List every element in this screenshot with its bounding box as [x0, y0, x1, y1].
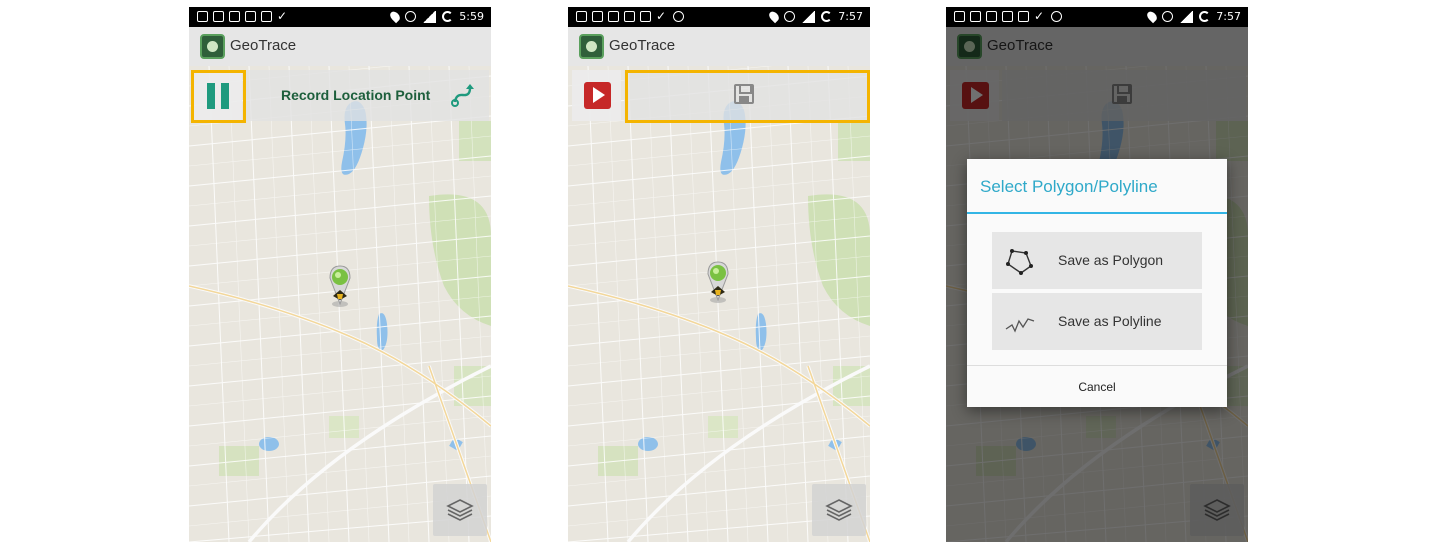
location-marker-icon: [329, 265, 351, 307]
battery-icon: [821, 11, 833, 22]
notification-icons: ✓: [954, 10, 1062, 22]
image-icon: [197, 10, 208, 22]
status-time: 7:57: [1216, 10, 1241, 23]
save-as-polyline-option[interactable]: Save as Polyline: [992, 293, 1202, 350]
status-time: 5:59: [459, 10, 484, 23]
phone-screen-save-dialog: ✓ 7:57 GeoTrace Select Poly: [946, 7, 1248, 542]
phone-screen-recording: ✓ 5:59 GeoTrace Record Location Point: [189, 7, 491, 542]
layers-button[interactable]: [433, 484, 487, 536]
app-notification-icon: [229, 10, 240, 22]
pause-button-highlight: [191, 70, 246, 123]
save-button-highlight: [625, 70, 870, 123]
messenger-icon: [1051, 10, 1062, 22]
battery-icon: [1199, 11, 1211, 22]
layers-icon: [825, 499, 853, 521]
status-right: 7:57: [1145, 9, 1241, 24]
record-location-point-button[interactable]: Record Location Point: [245, 70, 489, 121]
document-icon: [624, 10, 635, 22]
play-button[interactable]: [572, 70, 621, 121]
signal-icon: [801, 10, 816, 23]
status-right: 5:59: [388, 9, 484, 24]
app-logo-icon: [579, 34, 604, 59]
layers-icon: [446, 499, 474, 521]
copy-icon: [986, 10, 997, 22]
document-icon: [640, 10, 651, 22]
layers-button[interactable]: [812, 484, 866, 536]
notification-icons: ✓: [576, 10, 684, 22]
document-icon: [261, 10, 272, 22]
battery-icon: [442, 11, 454, 22]
document-icon: [1002, 10, 1013, 22]
document-icon: [1018, 10, 1029, 22]
save-as-polygon-option[interactable]: Save as Polygon: [992, 232, 1202, 289]
save-as-polygon-label: Save as Polygon: [1058, 252, 1164, 268]
polygon-icon: [1006, 249, 1033, 275]
alarm-icon: [784, 11, 796, 22]
app-notification-icon: [954, 10, 965, 22]
location-icon: [388, 9, 403, 24]
dialog-title: Select Polygon/Polyline: [980, 177, 1158, 196]
notification-icons: ✓: [197, 10, 289, 22]
save-as-polyline-label: Save as Polyline: [1058, 313, 1162, 329]
app-bar: GeoTrace: [189, 27, 491, 66]
app-notification-icon: [576, 10, 587, 22]
signal-icon: [422, 10, 437, 23]
location-icon: [1145, 9, 1160, 24]
status-bar: ✓ 5:59: [189, 7, 491, 27]
status-right: 7:57: [767, 9, 863, 24]
image-icon: [592, 10, 603, 22]
dialog-title-divider: [967, 212, 1227, 214]
image-icon: [970, 10, 981, 22]
copy-icon: [608, 10, 619, 22]
select-polygon-polyline-dialog: Select Polygon/Polyline Save as Polygon …: [967, 159, 1227, 407]
check-icon: ✓: [656, 9, 667, 23]
app-bar: GeoTrace: [568, 27, 870, 66]
wifi-icon: [213, 10, 224, 22]
document-icon: [245, 10, 256, 22]
phone-screen-stopped: ✓ 7:57 GeoTrace: [568, 7, 870, 542]
location-marker-icon: [707, 261, 729, 303]
status-bar: ✓ 7:57: [568, 7, 870, 27]
messenger-icon: [673, 10, 684, 22]
play-icon: [584, 82, 611, 109]
record-toolbar: [568, 70, 870, 123]
polyline-icon: [1005, 318, 1035, 333]
record-toolbar: Record Location Point: [189, 70, 491, 123]
route-icon: [451, 84, 474, 107]
app-title: GeoTrace: [230, 37, 297, 54]
status-bar: ✓ 7:57: [946, 7, 1248, 27]
alarm-icon: [1162, 11, 1174, 22]
alarm-icon: [405, 11, 417, 22]
check-icon: ✓: [1034, 9, 1045, 23]
location-icon: [767, 9, 782, 24]
signal-icon: [1179, 10, 1194, 23]
status-time: 7:57: [838, 10, 863, 23]
app-logo-icon: [200, 34, 225, 59]
record-location-point-label: Record Location Point: [281, 87, 431, 103]
app-title: GeoTrace: [609, 37, 676, 54]
check-icon: ✓: [277, 9, 288, 23]
cancel-button[interactable]: Cancel: [967, 366, 1227, 407]
